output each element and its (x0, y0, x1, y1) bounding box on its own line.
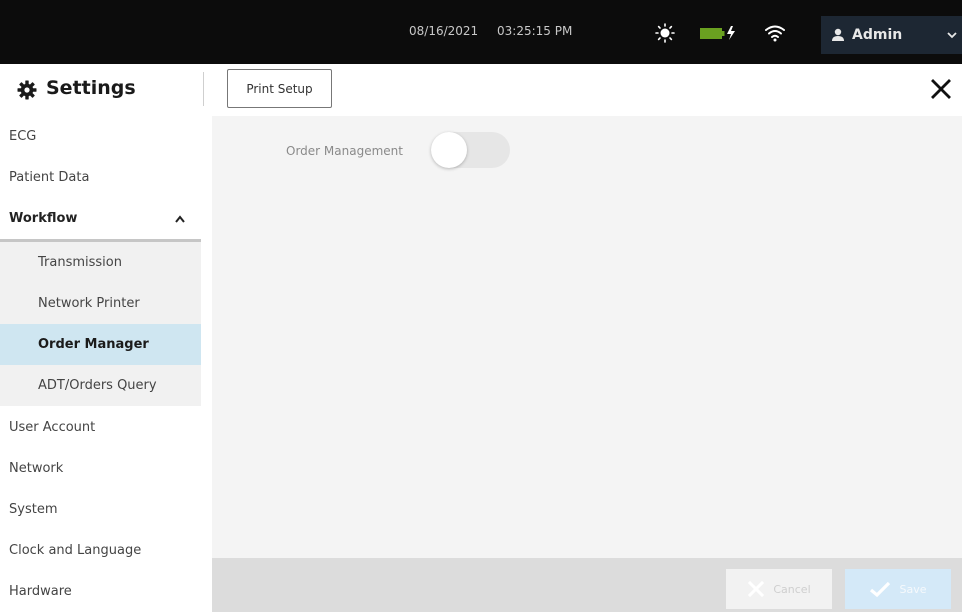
sidebar-item-label: Clock and Language (9, 543, 142, 558)
sidebar-item-order-manager[interactable]: Order Manager (0, 324, 201, 365)
save-button[interactable]: Save (845, 569, 951, 609)
wifi-icon (765, 25, 785, 42)
sidebar-item-user-account[interactable]: User Account (0, 407, 201, 448)
order-management-label: Order Management (286, 144, 403, 158)
user-icon (832, 28, 844, 41)
sidebar-item-label: Patient Data (9, 170, 90, 185)
settings-content: Order Management (212, 116, 962, 558)
cancel-label: Cancel (773, 582, 811, 596)
sidebar-item-system[interactable]: System (0, 489, 201, 530)
battery-charging-icon (700, 26, 735, 40)
gear-icon (17, 80, 37, 100)
sidebar-item-clock-and-language[interactable]: Clock and Language (0, 530, 201, 571)
action-bar: Cancel Save (212, 558, 962, 612)
sidebar-item-label: Workflow (9, 211, 78, 226)
sidebar-item-workflow[interactable]: Workflow (0, 198, 201, 242)
sidebar-item-label: System (9, 502, 58, 517)
checkmark-icon (870, 581, 891, 598)
sidebar-item-label: ECG (9, 129, 37, 144)
save-label: Save (899, 582, 927, 596)
close-icon[interactable] (930, 78, 952, 100)
toggle-knob (431, 132, 467, 168)
sidebar-item-adt-orders-query[interactable]: ADT/Orders Query (0, 365, 201, 406)
sidebar-item-label: Hardware (9, 584, 72, 599)
time-display: 03:25:15 PM (497, 24, 573, 38)
sidebar-item-label: ADT/Orders Query (38, 378, 157, 393)
chevron-down-icon (947, 32, 957, 39)
sidebar-item-label: Transmission (38, 255, 122, 270)
settings-sidebar: ECG Patient Data Workflow Transmission N… (0, 116, 201, 612)
sidebar-item-ecg[interactable]: ECG (0, 116, 201, 157)
sidebar-item-transmission[interactable]: Transmission (0, 242, 201, 283)
user-menu-button[interactable]: Admin (821, 16, 962, 54)
page-title: Settings (46, 77, 136, 99)
header-divider (203, 72, 204, 106)
date-display: 08/16/2021 (409, 24, 479, 38)
sidebar-item-network[interactable]: Network (0, 448, 201, 489)
sidebar-item-label: Order Manager (38, 337, 149, 352)
sidebar-item-patient-data[interactable]: Patient Data (0, 157, 201, 198)
user-name: Admin (852, 27, 903, 43)
sidebar-item-network-printer[interactable]: Network Printer (0, 283, 201, 324)
tab-print-setup[interactable]: Print Setup (227, 69, 332, 108)
cancel-button[interactable]: Cancel (726, 569, 832, 609)
sidebar-item-hardware[interactable]: Hardware (0, 571, 201, 612)
sidebar-item-label: Network Printer (38, 296, 140, 311)
sidebar-item-label: Network (9, 461, 64, 476)
status-bar: 08/16/2021 03:25:15 PM Admin (0, 0, 962, 64)
brightness-icon[interactable] (655, 23, 675, 43)
sidebar-item-label: User Account (9, 420, 96, 435)
settings-header: Settings Print Setup (0, 64, 962, 116)
close-icon (748, 580, 765, 598)
chevron-up-icon (175, 215, 185, 223)
order-management-toggle[interactable] (431, 132, 510, 168)
